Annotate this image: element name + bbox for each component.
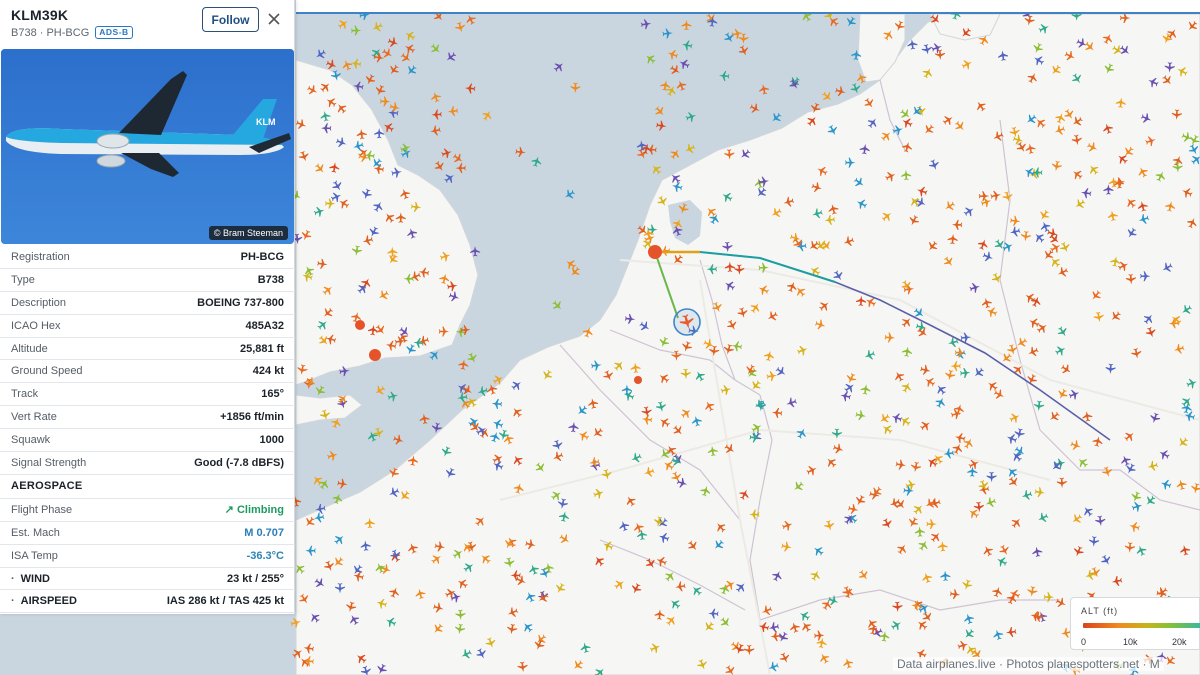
detail-label: Type [11, 273, 35, 286]
detail-value: 25,881 ft [239, 342, 284, 355]
detail-label: Track [11, 388, 39, 401]
detail-label: AIRSPEED [11, 595, 77, 607]
detail-row-vert-rate: Vert Rate +1856 ft/min [0, 406, 295, 430]
detail-label: Est. Mach [11, 526, 60, 539]
detail-label: Altitude [11, 342, 48, 355]
detail-row-icao-hex: ICAO Hex 485A32 [0, 315, 295, 338]
aerospace-section-header: AEROSPACE [0, 475, 295, 499]
detail-value: 424 kt [252, 365, 284, 378]
photo-credit: © Bram Steeman [208, 226, 288, 240]
top-banner-strip [296, 0, 1200, 14]
detail-row-altitude: Altitude 25,881 ft [0, 338, 295, 361]
detail-row-type: Type B738 [0, 269, 295, 292]
origin-airport-marker [648, 245, 662, 259]
altitude-legend: ALT (ft) 0 10k 20k [1070, 597, 1200, 650]
detail-label: Squawk [11, 434, 51, 447]
detail-value: 23 kt / 255° [227, 572, 284, 585]
detail-value: -36.3°C [246, 549, 284, 562]
detail-label: ICAO Hex [11, 319, 61, 332]
detail-label: Ground Speed [11, 365, 83, 378]
source-badge: ADS-B [95, 26, 133, 39]
detail-value: PH-BCG [240, 250, 284, 263]
detail-row-isa-temp: ISA Temp -36.3°C [0, 545, 295, 568]
flight-subtitle: B738 · PH-BCG [11, 26, 90, 39]
detail-value: 165° [261, 388, 284, 401]
svg-text:KLM: KLM [256, 117, 276, 127]
detail-label: WIND [11, 573, 50, 585]
follow-button[interactable]: Follow [202, 7, 259, 32]
details-list: Registration PH-BCG Type B738 Description B… [0, 246, 295, 614]
detail-value: Good (-7.8 dBFS) [194, 456, 284, 469]
detail-value: +1856 ft/min [220, 411, 284, 424]
legend-tick: 10k [1123, 637, 1138, 647]
detail-row-track: Track 165° [0, 383, 295, 407]
aircraft-info-panel: KLM39K B738 · PH-BCG ADS-B Follow KLM © … [0, 0, 295, 614]
detail-label: Signal Strength [11, 456, 87, 469]
wind-expander[interactable]: WIND 23 kt / 255° [0, 568, 295, 591]
detail-row-flight-phase: Flight Phase ↗ Climbing [0, 499, 295, 522]
detail-row-signal-strength: Signal Strength Good (-7.8 dBFS) [0, 452, 295, 475]
detail-row-ground-speed: Ground Speed 424 kt [0, 360, 295, 384]
detail-row-squawk: Squawk 1000 [0, 429, 295, 453]
detail-row-est-mach: Est. Mach M 0.707 [0, 522, 295, 545]
panel-header: KLM39K B738 · PH-BCG ADS-B Follow [0, 0, 294, 46]
airplane-icon: KLM [1, 49, 294, 244]
detail-value: B738 [257, 273, 284, 286]
legend-title: ALT (ft) [1081, 606, 1119, 616]
detail-value: 485A32 [245, 319, 284, 332]
detail-label: ISA Temp [11, 549, 58, 562]
legend-tick: 0 [1081, 637, 1087, 647]
detail-value: BOEING 737-800 [197, 296, 284, 309]
detail-label: Vert Rate [11, 411, 57, 424]
detail-value: IAS 286 kt / TAS 425 kt [166, 595, 284, 608]
legend-tick: 20k [1172, 637, 1187, 647]
close-icon[interactable] [264, 9, 284, 29]
airspeed-expander[interactable]: AIRSPEED IAS 286 kt / TAS 425 kt [0, 590, 295, 614]
detail-label: Registration [11, 250, 70, 263]
flight-phase-value: ↗ Climbing [224, 504, 284, 517]
legend-color-scale [1083, 623, 1200, 628]
aircraft-photo[interactable]: KLM © Bram Steeman [1, 49, 294, 244]
detail-value: 1000 [259, 434, 284, 447]
map-attribution[interactable]: Data airplanes.live · Photos planespotte… [893, 657, 1164, 671]
detail-row-description: Description BOEING 737-800 [0, 292, 295, 315]
detail-label: Flight Phase [11, 503, 73, 516]
detail-row-registration: Registration PH-BCG [0, 246, 295, 269]
detail-label: Description [11, 296, 67, 309]
detail-value: M 0.707 [244, 526, 284, 539]
